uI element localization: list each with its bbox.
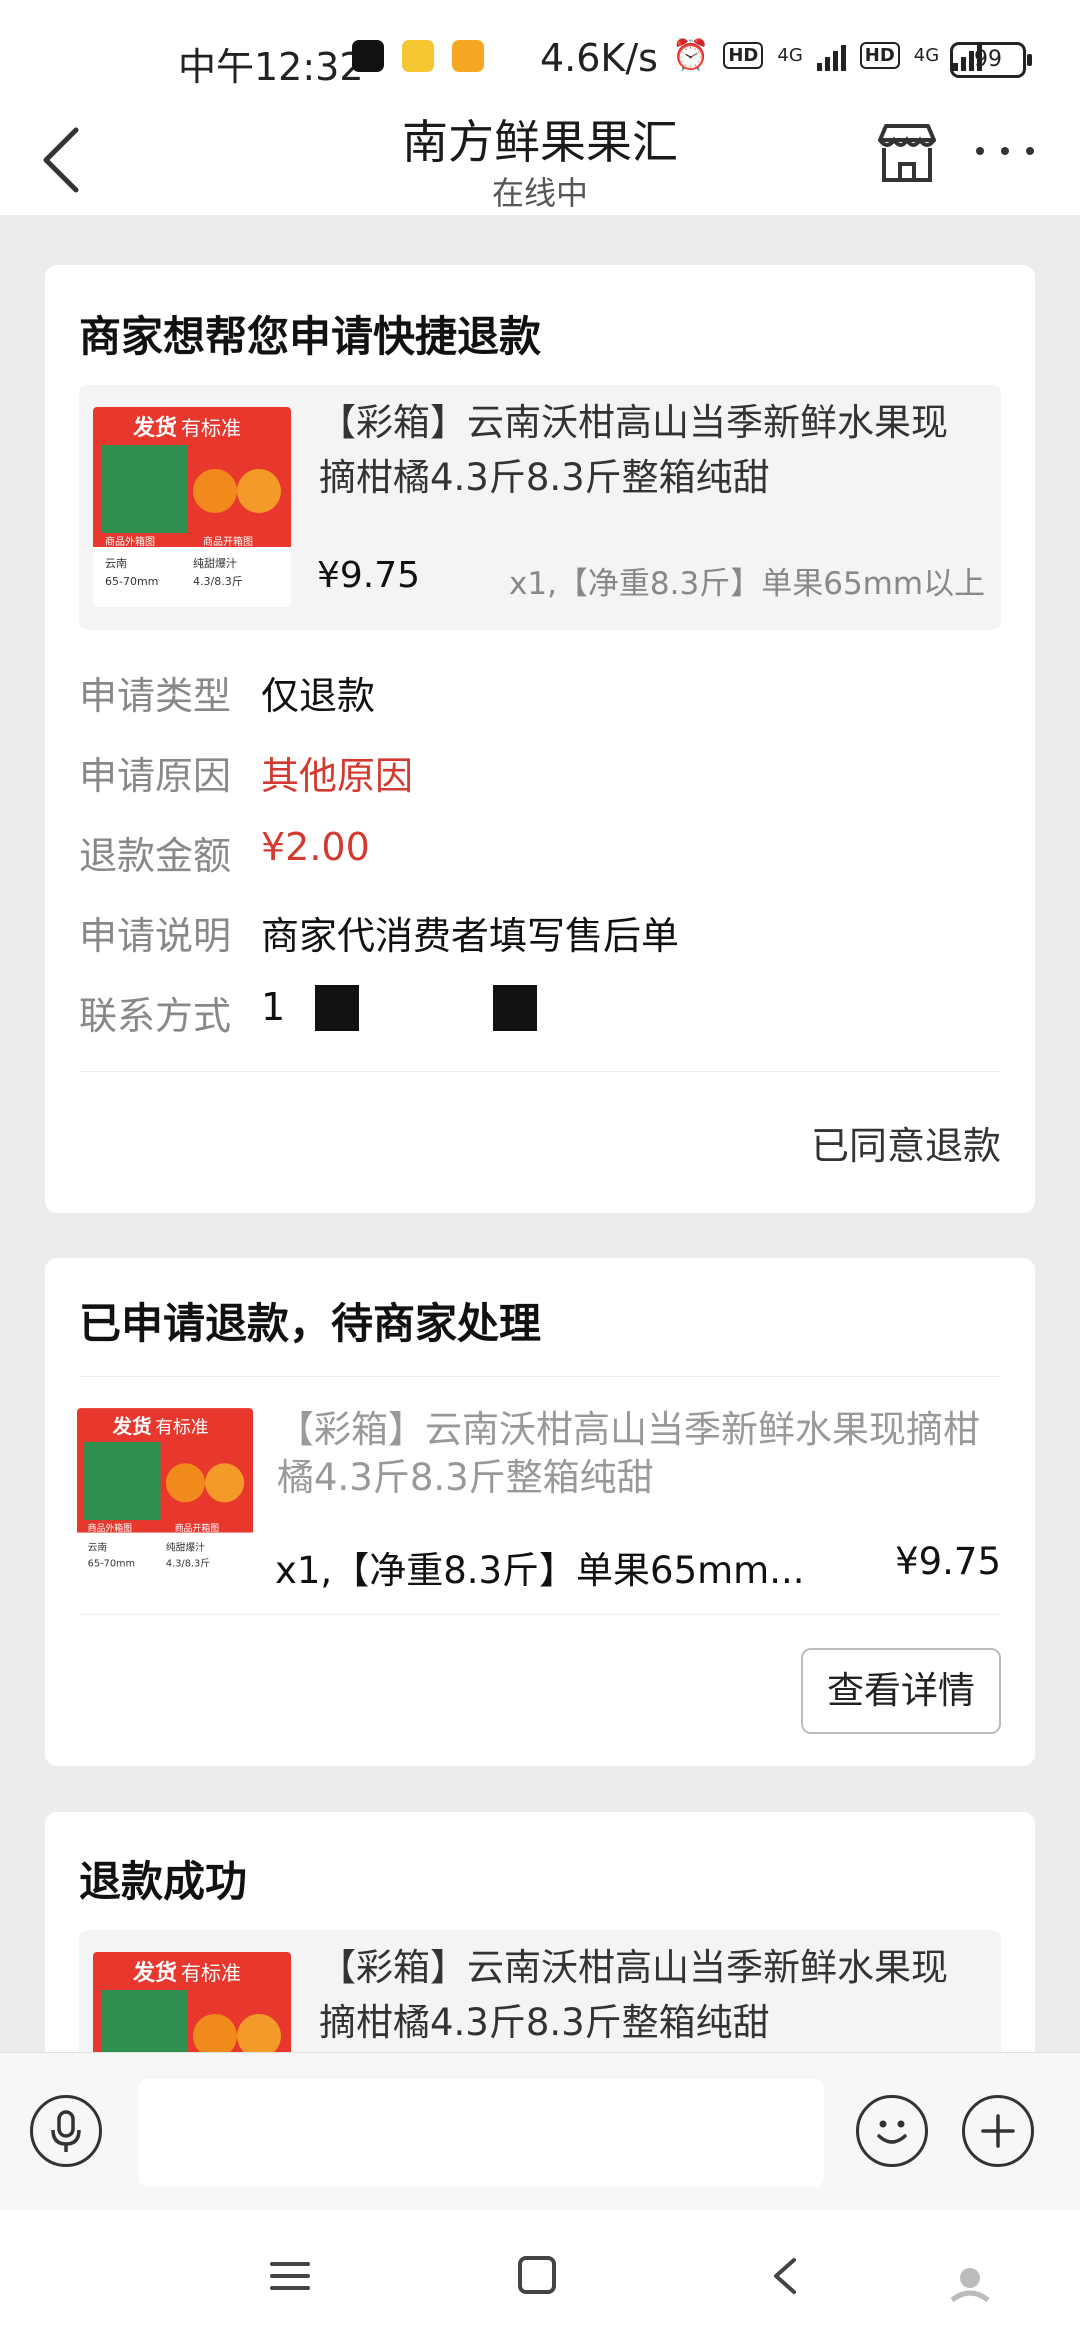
info-value: 仅退款: [261, 674, 376, 718]
voice-input-button[interactable]: [30, 2095, 102, 2167]
product-spec: x1,【净重8.3斤】单果65mm以上: [509, 566, 986, 602]
info-row-note: 申请说明 商家代消费者填写售后单: [79, 905, 679, 960]
divider: [79, 1376, 1001, 1377]
status-icons: ⏰ HD 4G HD 4G: [672, 38, 983, 73]
watermark-logo-icon: [950, 2268, 990, 2303]
microphone-icon: [51, 2110, 81, 2152]
system-nav-bar: [0, 2210, 1080, 2340]
redaction-block: [493, 985, 537, 1031]
alarm-icon: ⏰: [672, 38, 710, 73]
emoji-button[interactable]: [856, 2095, 928, 2167]
home-icon[interactable]: [518, 2256, 556, 2294]
store-icon[interactable]: [872, 118, 942, 188]
smile-icon: [877, 2120, 907, 2144]
divider: [79, 1614, 1001, 1615]
thumb-banner-b: 有标准: [181, 1961, 241, 1985]
view-details-button[interactable]: 查看详情: [801, 1648, 1001, 1734]
nav-back-icon[interactable]: [770, 2256, 800, 2296]
info-value: 其他原因: [261, 754, 414, 798]
info-value: ¥2.00: [261, 825, 370, 869]
card-title: 退款成功: [79, 1857, 248, 1906]
thumb-origin: 云南: [88, 1540, 108, 1553]
thumb-banner-b: 有标准: [155, 1417, 208, 1438]
product-price: ¥9.75: [317, 555, 421, 596]
hd-badge-2: HD: [859, 42, 900, 69]
thumb-label-right: 商品开箱图: [175, 1522, 219, 1534]
recent-apps-icon[interactable]: [270, 2258, 310, 2294]
douyin-app-icon: [352, 40, 384, 72]
network-type-2: 4G: [913, 45, 940, 66]
info-value: 商家代消费者填写售后单: [261, 914, 680, 958]
product-title[interactable]: 【彩箱】云南沃柑高山当季新鲜水果现摘柑橘4.3斤8.3斤整箱纯甜: [277, 1406, 997, 1502]
card-title: 商家想帮您申请快捷退款: [79, 312, 542, 361]
thumb-taste: 纯甜爆汁: [193, 556, 237, 570]
thumb-label-left: 商品外箱图: [88, 1522, 132, 1534]
quick-refund-card: 商家想帮您申请快捷退款 发货 有标准 商品外箱图 商品开箱图 云南 纯甜爆汁 6…: [45, 265, 1035, 1213]
chat-header: 南方鲜果果汇 在线中: [0, 100, 1080, 215]
product-title: 【彩箱】云南沃柑高山当季新鲜水果现摘柑橘4.3斤8.3斤整箱纯甜: [319, 1946, 948, 2044]
info-label: 申请说明: [79, 914, 232, 958]
plus-icon: [981, 2114, 1015, 2148]
product-spec: x1,【净重8.3斤】单果65mm...: [275, 1549, 805, 1592]
hd-badge: HD: [723, 42, 764, 69]
meituan-app-icon: [402, 40, 434, 72]
thumb-taste: 纯甜爆汁: [166, 1540, 205, 1553]
network-speed: 4.6K/s: [540, 36, 658, 80]
status-bar: 中午12:32 4.6K/s ⏰ HD 4G HD 4G 99: [0, 0, 1080, 100]
info-row-contact: 联系方式 1: [79, 985, 285, 1040]
thumb-weight: 4.3/8.3斤: [166, 1557, 210, 1569]
info-value: 1: [261, 985, 286, 1029]
card-title: 已申请退款，待商家处理: [79, 1299, 542, 1348]
thumb-size: 65-70mm: [88, 1558, 135, 1569]
thumb-banner-a: 发货: [112, 1415, 152, 1438]
info-row-reason: 申请原因 其他原因: [79, 745, 413, 800]
thumb-size: 65-70mm: [105, 575, 158, 588]
product-thumbnail: 发货 有标准 商品外箱图 商品开箱图 云南 纯甜爆汁 65-70mm 4.3/8…: [93, 407, 291, 607]
thumb-banner-a: 发货: [132, 1960, 177, 1986]
status-time: 中午12:32: [178, 45, 364, 89]
message-input-bar: [0, 2052, 1080, 2211]
more-actions-button[interactable]: [962, 2095, 1034, 2167]
message-input[interactable]: [138, 2079, 824, 2187]
product-item[interactable]: 发货 有标准 商品外箱图 商品开箱图 云南 纯甜爆汁 65-70mm 4.3/8…: [79, 385, 1001, 630]
battery-icon: 99: [950, 42, 1032, 78]
refund-pending-card: 已申请退款，待商家处理 发货 有标准 商品外箱图 商品开箱图 云南 纯甜爆汁 6…: [45, 1258, 1035, 1766]
product-thumbnail: 发货 有标准 商品外箱图 商品开箱图 云南 纯甜爆汁 65-70mm 4.3/8…: [77, 1408, 253, 1586]
thumb-banner-a: 发货: [132, 415, 177, 441]
info-label: 联系方式: [79, 994, 232, 1038]
thumb-label-right: 商品开箱图: [203, 535, 253, 548]
thumb-label-left: 商品外箱图: [105, 535, 155, 548]
redaction-block: [315, 985, 359, 1031]
info-row-amount: 退款金额 ¥2.00: [79, 825, 370, 880]
notes-app-icon: [452, 40, 484, 72]
more-options-icon[interactable]: [970, 136, 1040, 166]
info-row-type: 申请类型 仅退款: [79, 665, 375, 720]
divider: [79, 1071, 1001, 1072]
product-title: 【彩箱】云南沃柑高山当季新鲜水果现摘柑橘4.3斤8.3斤整箱纯甜: [319, 401, 948, 499]
thumb-weight: 4.3/8.3斤: [193, 575, 243, 588]
network-type: 4G: [777, 45, 803, 66]
thumb-banner-b: 有标准: [181, 416, 241, 440]
signal-icon: [816, 41, 846, 71]
thumb-origin: 云南: [105, 557, 127, 570]
info-label: 申请原因: [79, 754, 232, 798]
product-price: ¥9.75: [895, 1540, 1001, 1583]
refund-agreed-status: 已同意退款: [810, 1124, 1001, 1168]
info-label: 退款金额: [79, 834, 232, 878]
info-label: 申请类型: [79, 674, 232, 718]
